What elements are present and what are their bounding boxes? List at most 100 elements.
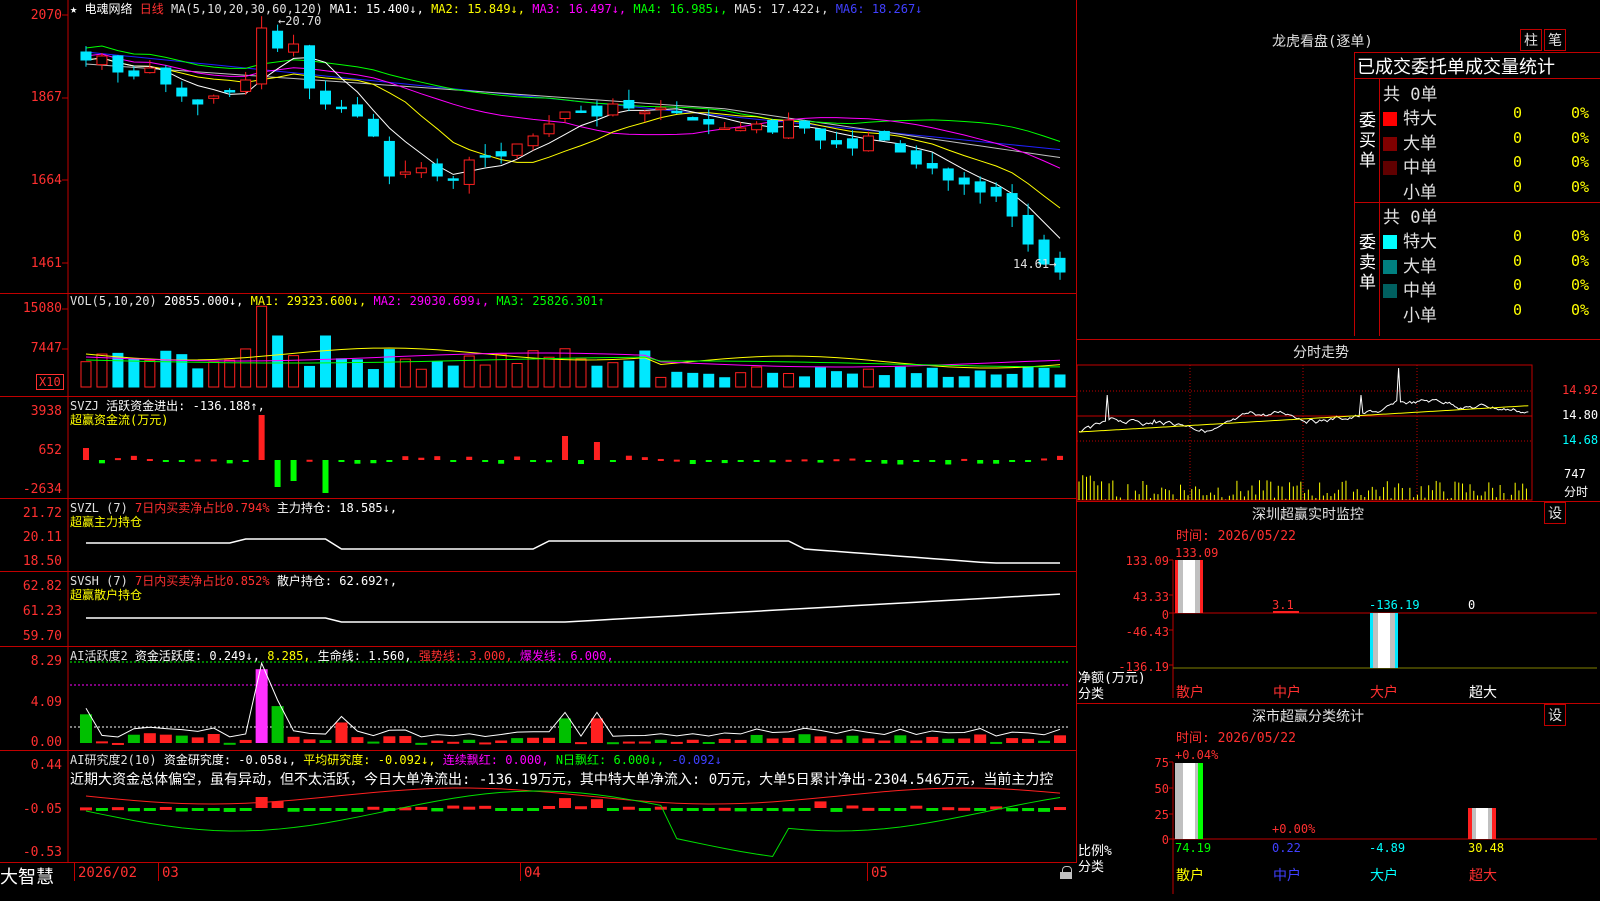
svzl-panel[interactable]: SVZL (7) 7日内买卖净占比0.794% 主力持仓: 18.585↓, 超… [0, 499, 1077, 572]
volume-bar [304, 365, 316, 388]
svsh-panel[interactable]: SVSH (7) 7日内买卖净占比0.852% 散户持仓: 62.692↑, 超… [0, 572, 1077, 647]
svsh-sub: 超赢散户持仓 [70, 588, 143, 602]
candle [511, 143, 523, 156]
flow-bar [929, 460, 936, 462]
research-bar [1038, 808, 1051, 812]
volume-bar [958, 376, 970, 388]
monitor-val-3: -136.19 [1369, 598, 1420, 612]
activity-bar [942, 738, 955, 743]
volume-bar [671, 371, 683, 388]
flow-bar [977, 460, 984, 464]
ai-research-panel[interactable]: AI研究度2(10) 资金研究度: -0.058↓, 平均研究度: -0.092… [0, 751, 1077, 862]
flow-bar [514, 456, 521, 460]
classify-cat-4: 超大 [1469, 868, 1497, 884]
price-ylabel-2: 1867 [30, 90, 62, 105]
activity-bar [782, 737, 795, 743]
activity-bar [606, 742, 619, 745]
longhu-row: 中单 0 0% [1383, 153, 1600, 178]
research-bar [527, 808, 540, 811]
vol-ylabel-2: 7447 [30, 341, 62, 356]
axis-month-03: 03 [162, 865, 179, 881]
ai1-label: AI活跃度2 [70, 649, 128, 663]
flow-bar [1025, 460, 1032, 462]
sell-side-divider [1379, 203, 1380, 336]
volume-bar [527, 350, 539, 388]
candle [240, 79, 252, 92]
row-label: 中单 [1403, 281, 1437, 301]
ma5-line [85, 63, 1061, 159]
candle [703, 119, 715, 125]
research-bar [239, 808, 252, 811]
intraday-panel[interactable]: 分时走势 14.92 14.80 14.68 747 分时 [1077, 340, 1600, 502]
volume-bar [894, 366, 906, 388]
vol-value: 20855.000↓, [163, 294, 244, 308]
research-bar [543, 805, 556, 809]
volume-bar [208, 361, 220, 388]
candle [447, 178, 459, 181]
avg-price-line [1078, 405, 1529, 433]
candle [351, 104, 363, 117]
flow-bar [178, 460, 185, 462]
period-label[interactable]: 日线 [140, 2, 164, 16]
row-count: 0 [1513, 153, 1523, 171]
flow-bar [354, 460, 361, 464]
monitor-val-2: 3.1 [1272, 598, 1294, 612]
research-bar [734, 808, 747, 812]
candle [112, 55, 124, 73]
retail-hold-line [85, 593, 1061, 623]
candle [1054, 257, 1066, 273]
research-bar [686, 808, 699, 811]
svsh-ylabel-2: 61.23 [22, 604, 62, 619]
volume-bar [431, 361, 443, 388]
row-count: 0 [1513, 251, 1523, 270]
research-bar [287, 808, 300, 812]
activity-bar [750, 734, 763, 743]
volume-panel[interactable]: VOL(5,10,20) 20855.000↓, MA1: 29323.600↓… [0, 294, 1077, 397]
activity-bar [527, 737, 540, 743]
legend-swatch-icon [1383, 308, 1397, 323]
brand-label[interactable]: 大智慧 [0, 863, 54, 889]
activity-bar [814, 736, 827, 743]
flow-bar [434, 456, 441, 460]
activity-bar [878, 740, 891, 743]
legend-swatch-icon [1383, 235, 1397, 249]
bar-mode-button[interactable]: 柱 [1520, 29, 1542, 51]
classify-top-2: +0.00% [1272, 822, 1316, 836]
volume-bar [559, 348, 571, 388]
classify-bar-edge [1198, 763, 1203, 839]
research-bar [367, 806, 380, 810]
research-bar [574, 806, 587, 810]
volume-bar [815, 367, 826, 388]
candle [719, 127, 731, 130]
tick-mode-button[interactable]: 笔 [1544, 29, 1566, 51]
monitor-bar-edge [1370, 613, 1373, 668]
activity-bar [622, 741, 635, 744]
classify-panel[interactable]: 深市超赢分类统计 设 时间: 2026/05/22 75 50 25 0 +0.… [1077, 704, 1600, 900]
longhu-row: 小单 0 0% [1383, 178, 1600, 203]
volume-bar [383, 349, 395, 388]
legend-swatch-icon [1383, 185, 1397, 200]
subtitle-divider [1355, 78, 1600, 79]
flow-bar [1057, 455, 1064, 460]
monitor-panel[interactable]: 深圳超赢实时监控 设 时间: 2026/05/22 133.09 43.33 0… [1077, 502, 1600, 704]
axis-tick [158, 863, 159, 881]
candle [192, 99, 204, 105]
legend-swatch-icon [1383, 259, 1397, 274]
flow-bar [625, 455, 632, 460]
research-bar [910, 805, 923, 809]
candle [367, 118, 379, 137]
candle [815, 128, 826, 141]
classify-top-1: +0.04% [1175, 748, 1219, 762]
flow-bar [801, 459, 808, 462]
longhu-table: 已成交委托单成交量统计 委买单 共 0单 特大 0 0% 大单 0 0% 中单 0 0% 小单 0 0… [1354, 52, 1600, 336]
price-panel[interactable]: ★ 电魂网络 日线 MA(5,10,20,30,60,120) MA1: 15.… [0, 0, 1077, 294]
volume-bar [719, 377, 731, 388]
candle [335, 106, 347, 110]
intraday-y1: 14.92 [1562, 383, 1599, 397]
star-icon[interactable]: ★ [70, 2, 77, 16]
svzj-panel[interactable]: SVZJ 活跃资金进出: -136.188↑, 超赢资金流(万元) 3938 6… [0, 397, 1077, 499]
row-percent: 0% [1571, 276, 1590, 294]
research-bar [782, 808, 795, 812]
ai-activity-panel[interactable]: AI活跃度2 资金活跃度: 0.249↓, 8.285, 生命线: 1.560,… [0, 647, 1077, 751]
candle [926, 163, 938, 169]
